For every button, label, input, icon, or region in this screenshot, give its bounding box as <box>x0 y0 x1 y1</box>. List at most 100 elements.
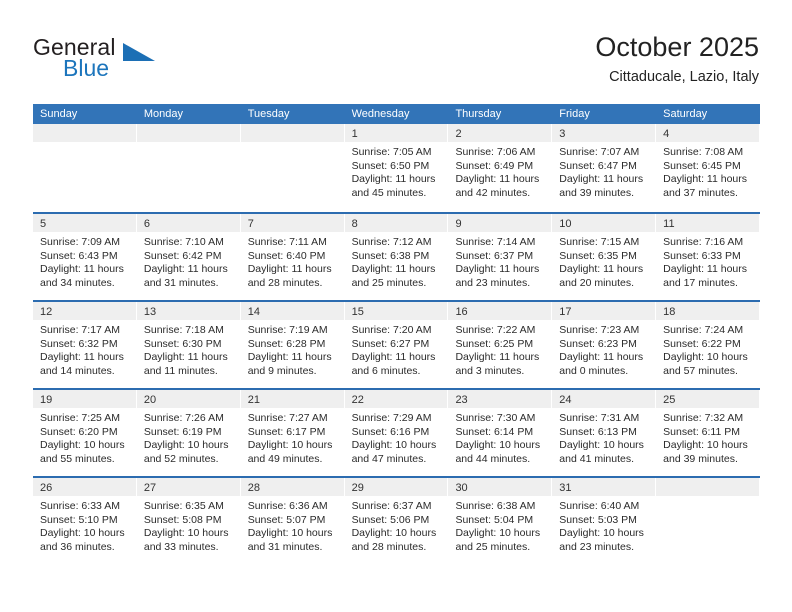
weekday-header-row: Sunday Monday Tuesday Wednesday Thursday Frid… <box>33 104 760 124</box>
calendar-day-cell[interactable]: 23 Sunrise: 7:30 AM Sunset: 6:14 PM Dayligh… <box>448 390 553 476</box>
daylight-text-line2: and 17 minutes. <box>663 276 738 289</box>
daylight-text-line1: Daylight: 10 hours <box>143 439 229 452</box>
sunrise-text: Sunrise: 7:20 AM <box>351 324 432 336</box>
calendar-day-cell-empty <box>33 124 137 212</box>
calendar-week-row: 12 Sunrise: 7:17 AM Sunset: 6:32 PM Dayligh… <box>33 300 761 388</box>
calendar-day-cell[interactable]: 11 Sunrise: 7:16 AM Sunset: 6:33 PM Dayligh… <box>656 214 761 300</box>
calendar-day-cell[interactable]: 27 Sunrise: 6:35 AM Sunset: 5:08 PM Dayligh… <box>136 478 241 564</box>
day-details: Sunrise: 6:38 AM Sunset: 5:04 PM Daylight:… <box>448 496 551 554</box>
calendar-week-row: 19 Sunrise: 7:25 AM Sunset: 6:20 PM Dayligh… <box>33 388 761 476</box>
daylight-text-line1: Daylight: 10 hours <box>40 527 125 540</box>
day-number: 23 <box>455 394 468 406</box>
day-number: 31 <box>559 482 572 494</box>
day-number-band: 3 <box>552 124 656 142</box>
day-number: 19 <box>40 394 53 406</box>
daylight-text-line1: Daylight: 10 hours <box>455 439 541 452</box>
calendar-day-cell[interactable]: 4 Sunrise: 7:08 AM Sunset: 6:45 PM Daylight… <box>656 124 761 212</box>
calendar-day-cell[interactable]: 5 Sunrise: 7:09 AM Sunset: 6:43 PM Daylight… <box>33 214 137 300</box>
calendar-day-cell[interactable]: 25 Sunrise: 7:32 AM Sunset: 6:11 PM Dayligh… <box>656 390 761 476</box>
calendar-day-cell[interactable]: 29 Sunrise: 6:37 AM Sunset: 5:06 PM Dayligh… <box>344 478 449 564</box>
day-number: 13 <box>143 306 157 318</box>
calendar-day-cell[interactable]: 30 Sunrise: 6:38 AM Sunset: 5:04 PM Dayligh… <box>448 478 553 564</box>
calendar-day-cell[interactable]: 10 Sunrise: 7:15 AM Sunset: 6:35 PM Dayligh… <box>552 214 657 300</box>
day-number: 15 <box>351 306 364 318</box>
daylight-text-line2: and 44 minutes. <box>455 452 531 465</box>
day-number-band: 2 <box>448 124 552 142</box>
sunrise-text: Sunrise: 6:37 AM <box>351 500 432 512</box>
calendar-day-cell[interactable]: 13 Sunrise: 7:18 AM Sunset: 6:30 PM Dayligh… <box>136 302 241 388</box>
daylight-text-line2: and 45 minutes. <box>351 186 427 199</box>
daylight-text-line2: and 37 minutes. <box>663 186 738 199</box>
day-number: 21 <box>247 394 260 406</box>
calendar-day-cell-empty <box>240 124 345 212</box>
calendar-day-cell[interactable]: 16 Sunrise: 7:22 AM Sunset: 6:25 PM Dayligh… <box>448 302 553 388</box>
daylight-text-line1: Daylight: 11 hours <box>559 173 644 186</box>
calendar-day-cell[interactable]: 8 Sunrise: 7:12 AM Sunset: 6:38 PM Daylight… <box>344 214 449 300</box>
calendar-day-cell[interactable]: 12 Sunrise: 7:17 AM Sunset: 6:32 PM Dayligh… <box>33 302 137 388</box>
calendar-day-cell[interactable]: 31 Sunrise: 6:40 AM Sunset: 5:03 PM Dayligh… <box>552 478 657 564</box>
calendar-day-cell[interactable]: 17 Sunrise: 7:23 AM Sunset: 6:23 PM Dayligh… <box>552 302 657 388</box>
sunrise-text: Sunrise: 7:23 AM <box>559 324 640 336</box>
sunset-text: Sunset: 6:32 PM <box>40 337 118 350</box>
daylight-text-line2: and 42 minutes. <box>455 186 531 199</box>
day-details: Sunrise: 6:36 AM Sunset: 5:07 PM Daylight:… <box>241 496 344 554</box>
day-number-band: 31 <box>552 478 656 496</box>
sunset-text: Sunset: 5:04 PM <box>455 513 534 526</box>
calendar-day-cell[interactable]: 7 Sunrise: 7:11 AM Sunset: 6:40 PM Daylight… <box>240 214 345 300</box>
sunrise-text: Sunrise: 6:40 AM <box>559 500 640 512</box>
day-details: Sunrise: 7:09 AM Sunset: 6:43 PM Daylight:… <box>33 232 136 290</box>
day-details: Sunrise: 7:26 AM Sunset: 6:19 PM Daylight:… <box>137 408 240 466</box>
calendar-day-cell[interactable]: 21 Sunrise: 7:27 AM Sunset: 6:17 PM Dayligh… <box>240 390 345 476</box>
sunrise-text: Sunrise: 7:07 AM <box>559 146 640 158</box>
daylight-text-line1: Daylight: 11 hours <box>559 351 644 364</box>
day-number-band: 13 <box>136 302 240 320</box>
calendar-day-cell[interactable]: 19 Sunrise: 7:25 AM Sunset: 6:20 PM Dayligh… <box>33 390 137 476</box>
day-details: Sunrise: 6:40 AM Sunset: 5:03 PM Daylight:… <box>552 496 655 554</box>
calendar-day-cell[interactable]: 14 Sunrise: 7:19 AM Sunset: 6:28 PM Dayligh… <box>240 302 345 388</box>
day-details: Sunrise: 7:15 AM Sunset: 6:35 PM Daylight:… <box>552 232 655 290</box>
calendar-day-cell[interactable]: 20 Sunrise: 7:26 AM Sunset: 6:19 PM Dayligh… <box>136 390 241 476</box>
calendar-day-cell[interactable]: 24 Sunrise: 7:31 AM Sunset: 6:13 PM Dayligh… <box>552 390 657 476</box>
calendar-day-cell[interactable]: 3 Sunrise: 7:07 AM Sunset: 6:47 PM Daylight… <box>552 124 657 212</box>
day-number: 3 <box>559 128 566 140</box>
sunset-text: Sunset: 6:17 PM <box>247 425 326 438</box>
sunrise-text: Sunrise: 7:25 AM <box>40 412 120 424</box>
sunrise-text: Sunrise: 6:33 AM <box>40 500 120 512</box>
day-number-band: 16 <box>448 302 552 320</box>
calendar-day-cell[interactable]: 6 Sunrise: 7:10 AM Sunset: 6:42 PM Daylight… <box>136 214 241 300</box>
day-details: Sunrise: 7:14 AM Sunset: 6:37 PM Daylight:… <box>448 232 551 290</box>
daylight-text-line2: and 25 minutes. <box>455 540 531 553</box>
daylight-text-line1: Daylight: 10 hours <box>559 439 644 452</box>
day-number-band: 6 <box>136 214 240 232</box>
calendar-day-cell[interactable]: 22 Sunrise: 7:29 AM Sunset: 6:16 PM Dayligh… <box>344 390 449 476</box>
sunrise-text: Sunrise: 6:38 AM <box>455 500 536 512</box>
day-number-band: 15 <box>344 302 448 320</box>
daylight-text-line1: Daylight: 11 hours <box>455 173 540 186</box>
calendar-day-cell[interactable]: 15 Sunrise: 7:20 AM Sunset: 6:27 PM Dayligh… <box>344 302 449 388</box>
calendar-day-cell[interactable]: 9 Sunrise: 7:14 AM Sunset: 6:37 PM Daylight… <box>448 214 553 300</box>
day-details: Sunrise: 7:18 AM Sunset: 6:30 PM Daylight:… <box>137 320 240 378</box>
calendar-day-cell[interactable]: 26 Sunrise: 6:33 AM Sunset: 5:10 PM Dayligh… <box>33 478 137 564</box>
daylight-text-line2: and 31 minutes. <box>247 540 323 553</box>
daylight-text-line2: and 9 minutes. <box>247 364 317 377</box>
calendar-day-cell-empty <box>136 124 241 212</box>
day-number: 7 <box>247 218 254 230</box>
day-number-band <box>33 124 136 142</box>
calendar-day-cell[interactable]: 1 Sunrise: 7:05 AM Sunset: 6:50 PM Daylight… <box>344 124 449 212</box>
day-details: Sunrise: 7:06 AM Sunset: 6:49 PM Daylight:… <box>448 142 551 200</box>
day-number: 17 <box>559 306 572 318</box>
daylight-text-line1: Daylight: 11 hours <box>663 173 748 186</box>
sunset-text: Sunset: 5:03 PM <box>559 513 637 526</box>
day-number: 4 <box>663 128 670 140</box>
calendar-day-cell[interactable]: 2 Sunrise: 7:06 AM Sunset: 6:49 PM Daylight… <box>448 124 553 212</box>
sunrise-text: Sunrise: 7:15 AM <box>559 236 640 248</box>
day-number-band: 14 <box>240 302 344 320</box>
day-number: 24 <box>559 394 572 406</box>
day-number: 6 <box>143 218 150 230</box>
calendar-day-cell[interactable]: 28 Sunrise: 6:36 AM Sunset: 5:07 PM Dayligh… <box>240 478 345 564</box>
calendar-week-row: 26 Sunrise: 6:33 AM Sunset: 5:10 PM Dayligh… <box>33 476 761 564</box>
calendar-day-cell[interactable]: 18 Sunrise: 7:24 AM Sunset: 6:22 PM Dayligh… <box>656 302 761 388</box>
sunrise-text: Sunrise: 7:10 AM <box>143 236 224 248</box>
general-blue-logo[interactable]: General Blue <box>33 34 223 90</box>
sunrise-text: Sunrise: 7:32 AM <box>663 412 744 424</box>
